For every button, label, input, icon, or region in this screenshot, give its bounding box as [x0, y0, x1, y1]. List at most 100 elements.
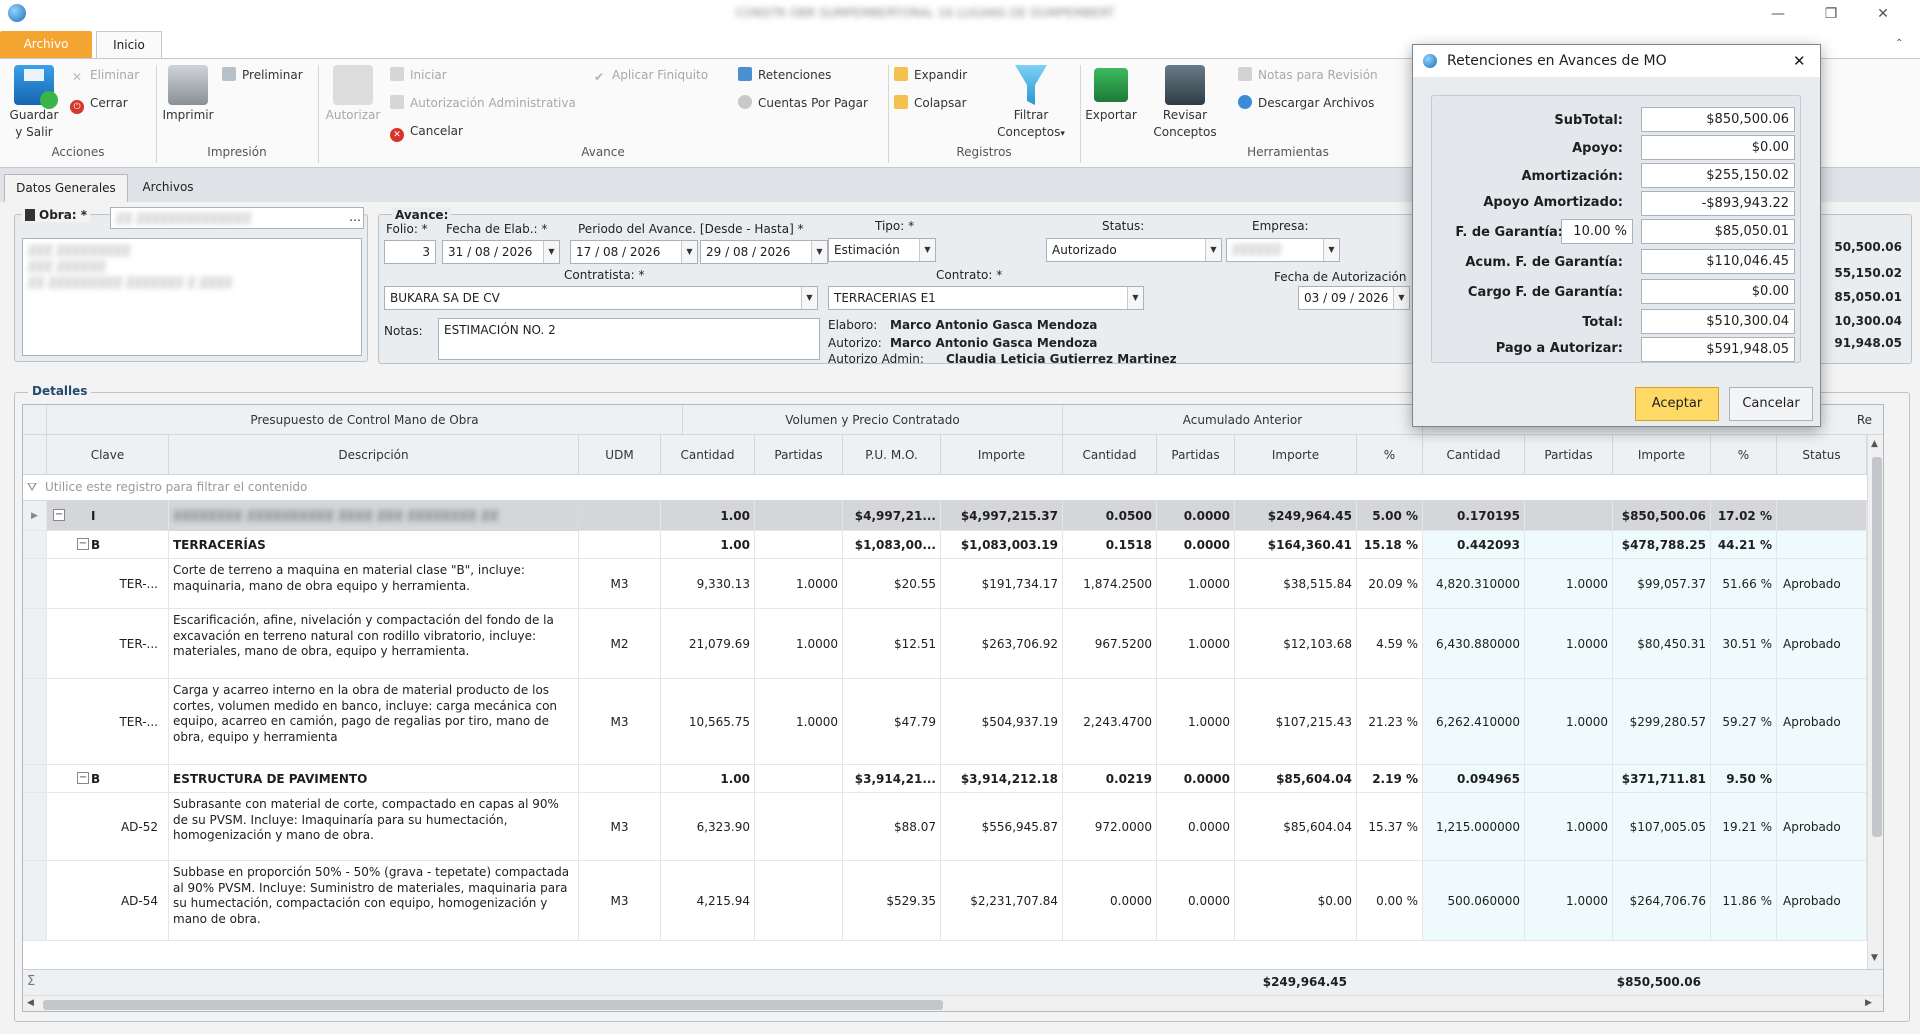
tab-datos-generales[interactable]: Datos Generales [4, 174, 128, 202]
total-field[interactable]: $510,300.04 [1641, 309, 1795, 334]
iniciar-button[interactable]: Iniciar [390, 65, 447, 85]
revisar-conceptos-button[interactable]: Revisar Conceptos [1148, 65, 1222, 141]
subtotal-field[interactable]: $850,500.06 [1641, 107, 1795, 132]
table-row[interactable]: TER-... Corte de terreno a maquina en mat… [23, 559, 1867, 609]
table-row[interactable]: B ESTRUCTURA DE PAVIMENTO 1.00 $3,914,21...… [23, 765, 1867, 793]
column-header[interactable]: P.U. M.O. [843, 435, 941, 475]
chevron-down-icon[interactable]: ▼ [1205, 239, 1221, 261]
autorizar-button[interactable]: Autorizar [320, 65, 386, 124]
filter-row[interactable]: ⛛ Utilice este registro para filtrar el … [23, 475, 1883, 501]
status-select[interactable]: Autorizado ▼ [1046, 238, 1222, 262]
table-row[interactable]: TER-... Escarificación, afine, nivelación… [23, 609, 1867, 679]
folio-input[interactable]: 3 [384, 240, 436, 264]
column-header[interactable]: Cantidad [1063, 435, 1157, 475]
aplicar-finiquito-button[interactable]: ✔ Aplicar Finiquito [592, 65, 708, 85]
maximize-icon[interactable]: ❐ [1816, 6, 1846, 24]
column-header[interactable]: Partidas [755, 435, 843, 475]
empresa-select[interactable]: ZZZZZZ ▼ [1226, 238, 1340, 262]
collapse-icon[interactable]: − [77, 538, 89, 550]
column-header[interactable]: Importe [1613, 435, 1711, 475]
acum-fgarantia-field[interactable]: $110,046.45 [1641, 249, 1795, 274]
column-header[interactable]: Partidas [1525, 435, 1613, 475]
contrato-select[interactable]: TERRACERIAS E1 ▼ [828, 286, 1144, 310]
chevron-down-icon[interactable]: ▼ [1393, 287, 1409, 309]
contratista-select[interactable]: BUKARA SA DE CV ▼ [384, 286, 818, 310]
vertical-scrollbar[interactable]: ▲ ▼ [1867, 435, 1883, 969]
periodo-hasta-picker[interactable]: 29 / 08 / 2026 ▼ [700, 240, 828, 264]
fecha-autorizacion-picker[interactable]: 03 / 09 / 2026 ▼ [1298, 286, 1410, 310]
apoyo-amortizado-field[interactable]: -$893,943.22 [1641, 191, 1795, 216]
fgarantia-pct-field[interactable]: 10.00 % [1561, 219, 1633, 244]
ellipsis-button[interactable]: … [349, 208, 361, 228]
descargar-archivos-button[interactable]: Descargar Archivos [1238, 93, 1374, 113]
fgarantia-field[interactable]: $85,050.01 [1641, 219, 1795, 244]
column-header[interactable]: Partidas [1157, 435, 1235, 475]
imprimir-button[interactable]: Imprimir [160, 65, 216, 124]
table-row[interactable]: AD-52 Subrasante con material de corte, c… [23, 793, 1867, 861]
notas-input[interactable]: ESTIMACIÓN NO. 2 [438, 318, 820, 360]
chevron-down-icon[interactable]: ▼ [811, 241, 827, 263]
table-row[interactable]: TER-... Carga y acarreo interno en la obr… [23, 679, 1867, 765]
ribbon-collapse-icon[interactable]: ⌃ [1895, 38, 1903, 49]
filtrar-conceptos-button[interactable]: Filtrar Conceptos▾ [994, 65, 1068, 143]
chevron-down-icon[interactable]: ▼ [1127, 287, 1143, 309]
tab-archivo[interactable]: Archivo [0, 31, 92, 58]
cell-part: 1.0000 [755, 609, 843, 679]
cuentas-por-pagar-button[interactable]: Cuentas Por Pagar [738, 93, 868, 113]
tab-archivos[interactable]: Archivos [130, 174, 206, 202]
column-header[interactable]: UDM [579, 435, 661, 475]
table-row[interactable]: B TERRACERÍAS 1.00 $1,083,00... $1,083,003.1… [23, 531, 1867, 559]
table-row[interactable]: AD-54 Subbase en proporción 50% - 50% (gr… [23, 861, 1867, 941]
cargo-fgarantia-field[interactable]: $0.00 [1641, 279, 1795, 304]
column-header[interactable]: Importe [1235, 435, 1357, 475]
horizontal-scrollbar[interactable]: ◀ ▶ [23, 995, 1883, 1011]
preliminar-button[interactable]: Preliminar [222, 65, 303, 85]
pago-autorizar-field[interactable]: $591,948.05 [1641, 337, 1795, 362]
scroll-up-icon[interactable]: ▲ [1871, 439, 1878, 449]
guardar-salir-button[interactable]: Guardar y Salir [6, 65, 62, 141]
amortizacion-field[interactable]: $255,150.02 [1641, 163, 1795, 188]
notas-revision-button[interactable]: Notas para Revisión [1238, 65, 1378, 85]
scroll-left-icon[interactable]: ◀ [27, 998, 34, 1008]
autorizacion-administrativa-button[interactable]: Autorización Administrativa [390, 93, 576, 113]
column-header[interactable]: Cantidad [661, 435, 755, 475]
colapsar-button[interactable]: Colapsar [894, 93, 967, 113]
fecha-elab-picker[interactable]: 31 / 08 / 2026 ▼ [442, 240, 560, 264]
retenciones-button[interactable]: Retenciones [738, 65, 831, 85]
apoyo-field[interactable]: $0.00 [1641, 135, 1795, 160]
column-header[interactable]: Descripción [169, 435, 579, 475]
column-header[interactable]: Importe [941, 435, 1063, 475]
column-header[interactable]: Clave [47, 435, 169, 475]
chevron-down-icon[interactable]: ▼ [1323, 239, 1339, 261]
expandir-button[interactable]: Expandir [894, 65, 967, 85]
dialog-close-icon[interactable]: ✕ [1793, 45, 1806, 77]
scroll-right-icon[interactable]: ▶ [1865, 998, 1872, 1008]
column-header[interactable]: Status [1777, 435, 1867, 475]
imprimir-label: Imprimir [162, 108, 214, 122]
exportar-button[interactable]: Exportar [1082, 65, 1140, 124]
collapse-icon[interactable]: − [77, 772, 89, 784]
table-row[interactable]: ▶ I ZZZZZZZZ ZZZZZZZZZZ ZZZZ ZZZ ZZZZZZZZ … [23, 501, 1867, 531]
tab-inicio[interactable]: Inicio [96, 31, 162, 59]
scroll-down-icon[interactable]: ▼ [1871, 953, 1878, 963]
chevron-down-icon[interactable]: ▼ [801, 287, 817, 309]
scrollbar-thumb[interactable] [1872, 457, 1882, 837]
cerrar-button[interactable]: ⏻ Cerrar [70, 93, 128, 114]
periodo-desde-picker[interactable]: 17 / 08 / 2026 ▼ [570, 240, 698, 264]
tipo-select[interactable]: Estimación ▼ [828, 238, 936, 262]
chevron-down-icon[interactable]: ▼ [543, 241, 559, 263]
chevron-down-icon[interactable]: ▼ [919, 239, 935, 261]
eliminar-button[interactable]: ✕ Eliminar [70, 65, 139, 85]
collapse-icon[interactable]: − [53, 509, 65, 521]
column-header[interactable]: % [1357, 435, 1423, 475]
cancelar-button[interactable]: Cancelar [1729, 387, 1813, 421]
cancelar-avance-button[interactable]: ✕ Cancelar [390, 121, 463, 142]
column-header[interactable]: Cantidad [1423, 435, 1525, 475]
column-header[interactable]: % [1711, 435, 1777, 475]
scrollbar-thumb[interactable] [43, 1000, 943, 1010]
aceptar-button[interactable]: Aceptar [1635, 387, 1719, 421]
close-icon[interactable]: ✕ [1868, 6, 1898, 24]
chevron-down-icon[interactable]: ▼ [681, 241, 697, 263]
minimize-icon[interactable]: — [1763, 6, 1793, 24]
obra-input[interactable]: ZZ ZZZZZZZZZZZZZZ… [110, 207, 364, 229]
